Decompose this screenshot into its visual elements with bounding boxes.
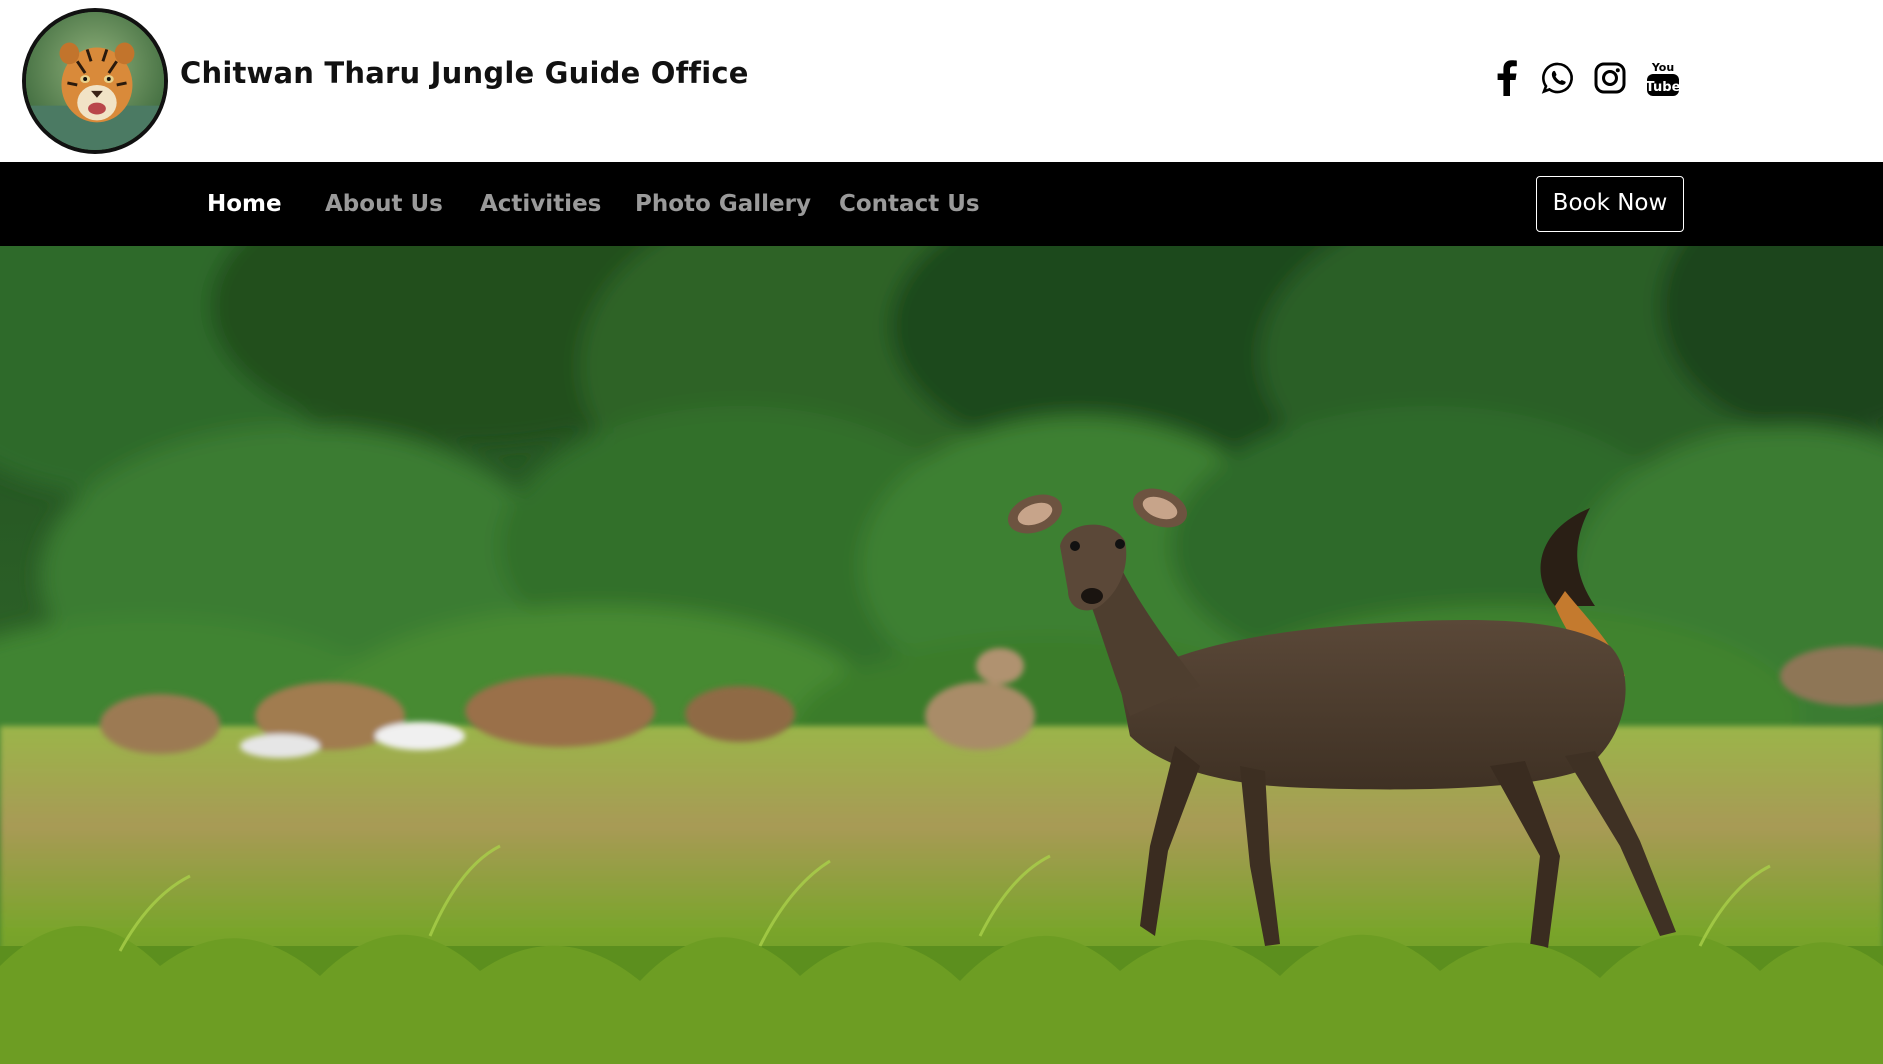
book-now-button[interactable]: Book Now <box>1536 176 1684 232</box>
nav-activities[interactable]: Activities <box>480 162 601 246</box>
nav-photo-gallery[interactable]: Photo Gallery <box>635 162 811 246</box>
youtube-icon-glyph: You Tube <box>1646 61 1680 96</box>
instagram-icon[interactable] <box>1590 56 1630 100</box>
nav-about-us[interactable]: About Us <box>325 162 443 246</box>
nav-contact-us[interactable]: Contact Us <box>839 162 980 246</box>
main-nav: Home About Us Activities Photo Gallery C… <box>0 162 1883 246</box>
facebook-icon[interactable] <box>1492 56 1522 100</box>
site-header: Chitwan Tharu Jungle Guide Office You Tu… <box>0 0 1883 162</box>
youtube-icon[interactable]: You Tube <box>1643 56 1683 100</box>
youtube-icon-text-top: You <box>1651 61 1674 74</box>
nav-home[interactable]: Home <box>207 162 282 246</box>
site-title: Chitwan Tharu Jungle Guide Office <box>180 56 749 90</box>
tiger-logo[interactable] <box>22 8 168 154</box>
jungle-deer-photo <box>0 246 1883 1064</box>
hero-banner <box>0 246 1883 1064</box>
youtube-icon-text-bottom: Tube <box>1646 80 1680 95</box>
facebook-icon-glyph <box>1497 60 1517 96</box>
whatsapp-icon[interactable] <box>1538 56 1578 100</box>
instagram-icon-glyph <box>1594 62 1626 94</box>
tiger-logo-image <box>26 12 164 150</box>
whatsapp-icon-glyph <box>1541 62 1573 94</box>
